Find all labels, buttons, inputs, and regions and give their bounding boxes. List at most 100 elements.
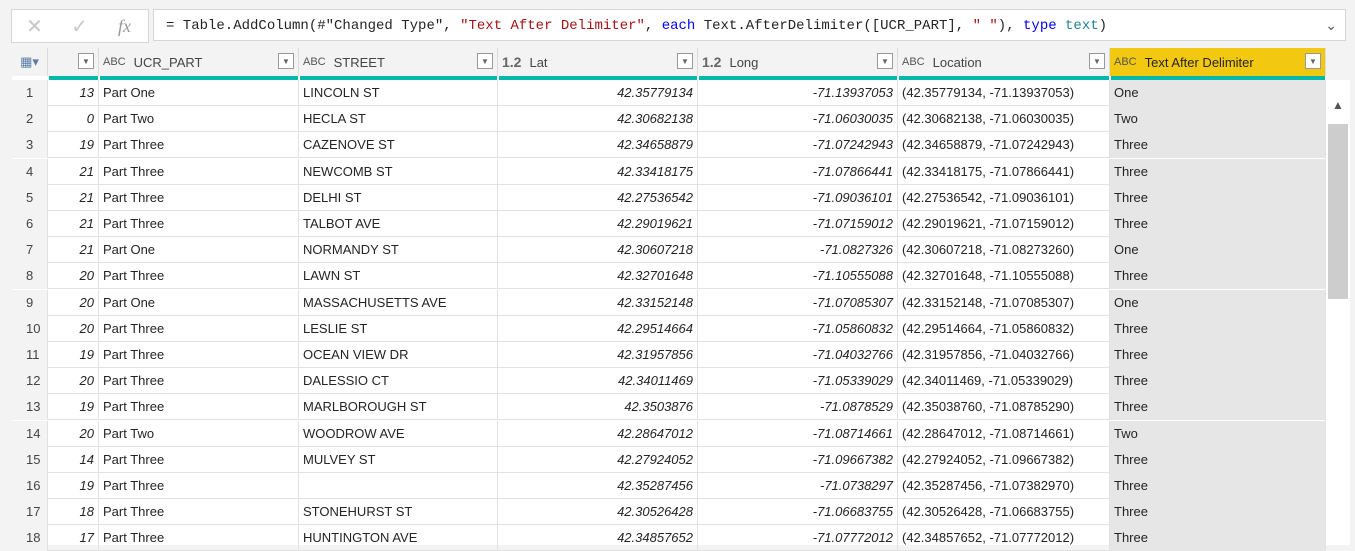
table-cell[interactable]: Part Three: [99, 473, 299, 499]
table-cell[interactable]: Part Two: [99, 420, 299, 447]
table-cell[interactable]: 42.35779134: [498, 80, 698, 106]
filter-dropdown-icon[interactable]: ▼: [477, 53, 493, 69]
formula-input[interactable]: = Table.AddColumn(#"Changed Type", "Text…: [153, 9, 1346, 41]
table-cell[interactable]: Three: [1110, 473, 1326, 499]
table-cell[interactable]: 42.28647012: [498, 420, 698, 447]
table-cell[interactable]: 0: [48, 106, 99, 133]
table-cell[interactable]: (42.27536542, -71.09036101): [898, 184, 1110, 211]
table-cell[interactable]: (42.34011469, -71.05339029): [898, 368, 1110, 395]
table-cell[interactable]: 42.30682138: [498, 106, 698, 133]
table-cell[interactable]: (42.35287456, -71.07382970): [898, 473, 1110, 499]
table-cell[interactable]: Part Three: [99, 315, 299, 342]
table-cell[interactable]: Part Two: [99, 106, 299, 133]
table-cell[interactable]: MARLBOROUGH ST: [299, 394, 498, 421]
table-cell[interactable]: 42.32701648: [498, 263, 698, 290]
table-cell[interactable]: -71.09667382: [698, 446, 898, 473]
scrollbar-thumb[interactable]: [1328, 124, 1348, 299]
table-cell[interactable]: 20: [48, 368, 99, 395]
table-cell[interactable]: 17: [48, 525, 99, 551]
row-number[interactable]: 2: [12, 106, 48, 133]
table-cell[interactable]: 42.29514664: [498, 315, 698, 342]
table-cell[interactable]: (42.34857652, -71.07772012): [898, 525, 1110, 551]
expand-formula-chevron-icon[interactable]: ⌄: [1325, 10, 1337, 42]
filter-dropdown-icon[interactable]: ▼: [78, 53, 94, 69]
table-cell[interactable]: 42.33152148: [498, 289, 698, 316]
table-cell[interactable]: 14: [48, 446, 99, 473]
table-cell[interactable]: NEWCOMB ST: [299, 158, 498, 185]
table-cell[interactable]: 19: [48, 473, 99, 499]
table-cell[interactable]: (42.30682138, -71.06030035): [898, 106, 1110, 133]
table-cell[interactable]: 20: [48, 420, 99, 447]
type-icon[interactable]: 1.2: [702, 54, 721, 70]
table-cell[interactable]: One: [1110, 80, 1326, 106]
table-cell[interactable]: One: [1110, 289, 1326, 316]
column-header-street[interactable]: ABC STREET ▼: [299, 48, 498, 76]
table-cell[interactable]: -71.10555088: [698, 263, 898, 290]
column-header-ucr-part[interactable]: ABC UCR_PART ▼: [99, 48, 299, 76]
table-cell[interactable]: (42.31957856, -71.04032766): [898, 342, 1110, 368]
column-header-location[interactable]: ABC Location ▼: [898, 48, 1110, 76]
column-header-index[interactable]: ▼: [48, 48, 99, 76]
table-cell[interactable]: (42.30526428, -71.06683755): [898, 499, 1110, 526]
table-cell[interactable]: MASSACHUSETTS AVE: [299, 289, 498, 316]
row-number[interactable]: 15: [12, 446, 48, 473]
row-number[interactable]: 17: [12, 499, 48, 526]
row-number[interactable]: 18: [12, 525, 48, 551]
table-cell[interactable]: Two: [1110, 106, 1326, 133]
column-header-text-after-delimiter[interactable]: ABC Text After Delimiter ▼: [1110, 48, 1326, 76]
table-cell[interactable]: Three: [1110, 446, 1326, 473]
table-cell[interactable]: -71.05860832: [698, 315, 898, 342]
table-cell[interactable]: 20: [48, 289, 99, 316]
table-cell[interactable]: [299, 473, 498, 499]
table-cell[interactable]: 42.34658879: [498, 132, 698, 159]
table-cell[interactable]: -71.07085307: [698, 289, 898, 316]
table-cell[interactable]: -71.07242943: [698, 132, 898, 159]
table-cell[interactable]: Three: [1110, 368, 1326, 395]
table-cell[interactable]: -71.07772012: [698, 525, 898, 551]
row-number[interactable]: 4: [12, 158, 48, 185]
table-cell[interactable]: Three: [1110, 184, 1326, 211]
table-cell[interactable]: -71.06030035: [698, 106, 898, 133]
table-cell[interactable]: Part Three: [99, 263, 299, 290]
table-cell[interactable]: 18: [48, 499, 99, 526]
table-cell[interactable]: LINCOLN ST: [299, 80, 498, 106]
table-cell[interactable]: One: [1110, 237, 1326, 264]
table-cell[interactable]: (42.30607218, -71.08273260): [898, 237, 1110, 264]
table-cell[interactable]: Part Three: [99, 158, 299, 185]
table-cell[interactable]: 42.35287456: [498, 473, 698, 499]
table-cell[interactable]: (42.33418175, -71.07866441): [898, 158, 1110, 185]
table-cell[interactable]: -71.0878529: [698, 394, 898, 421]
table-cell[interactable]: (42.29019621, -71.07159012): [898, 211, 1110, 237]
table-cell[interactable]: -71.06683755: [698, 499, 898, 526]
cancel-icon[interactable]: ✕: [12, 14, 57, 39]
table-cell[interactable]: 42.27924052: [498, 446, 698, 473]
row-number[interactable]: 7: [12, 237, 48, 264]
table-cell[interactable]: 20: [48, 315, 99, 342]
table-cell[interactable]: Part One: [99, 237, 299, 264]
table-cell[interactable]: -71.07866441: [698, 158, 898, 185]
vertical-scrollbar[interactable]: ▲: [1326, 80, 1350, 545]
table-cell[interactable]: (42.29514664, -71.05860832): [898, 315, 1110, 342]
row-number[interactable]: 1: [12, 80, 48, 106]
table-cell[interactable]: HECLA ST: [299, 106, 498, 133]
table-cell[interactable]: (42.27924052, -71.09667382): [898, 446, 1110, 473]
table-cell[interactable]: Part Three: [99, 368, 299, 395]
table-cell[interactable]: HUNTINGTON AVE: [299, 525, 498, 551]
table-cell[interactable]: 20: [48, 263, 99, 290]
table-cell[interactable]: 19: [48, 342, 99, 368]
table-cell[interactable]: CAZENOVE ST: [299, 132, 498, 159]
table-cell[interactable]: -71.08714661: [698, 420, 898, 447]
table-cell[interactable]: 13: [48, 80, 99, 106]
table-cell[interactable]: Part One: [99, 80, 299, 106]
table-cell[interactable]: 19: [48, 394, 99, 421]
column-header-long[interactable]: 1.2 Long ▼: [698, 48, 898, 76]
table-cell[interactable]: 42.34011469: [498, 368, 698, 395]
filter-dropdown-icon[interactable]: ▼: [1089, 53, 1105, 69]
table-cell[interactable]: Part Three: [99, 184, 299, 211]
table-cell[interactable]: 21: [48, 237, 99, 264]
row-number[interactable]: 16: [12, 473, 48, 499]
table-cell[interactable]: NORMANDY ST: [299, 237, 498, 264]
table-cell[interactable]: -71.13937053: [698, 80, 898, 106]
table-cell[interactable]: 21: [48, 158, 99, 185]
table-cell[interactable]: -71.05339029: [698, 368, 898, 395]
